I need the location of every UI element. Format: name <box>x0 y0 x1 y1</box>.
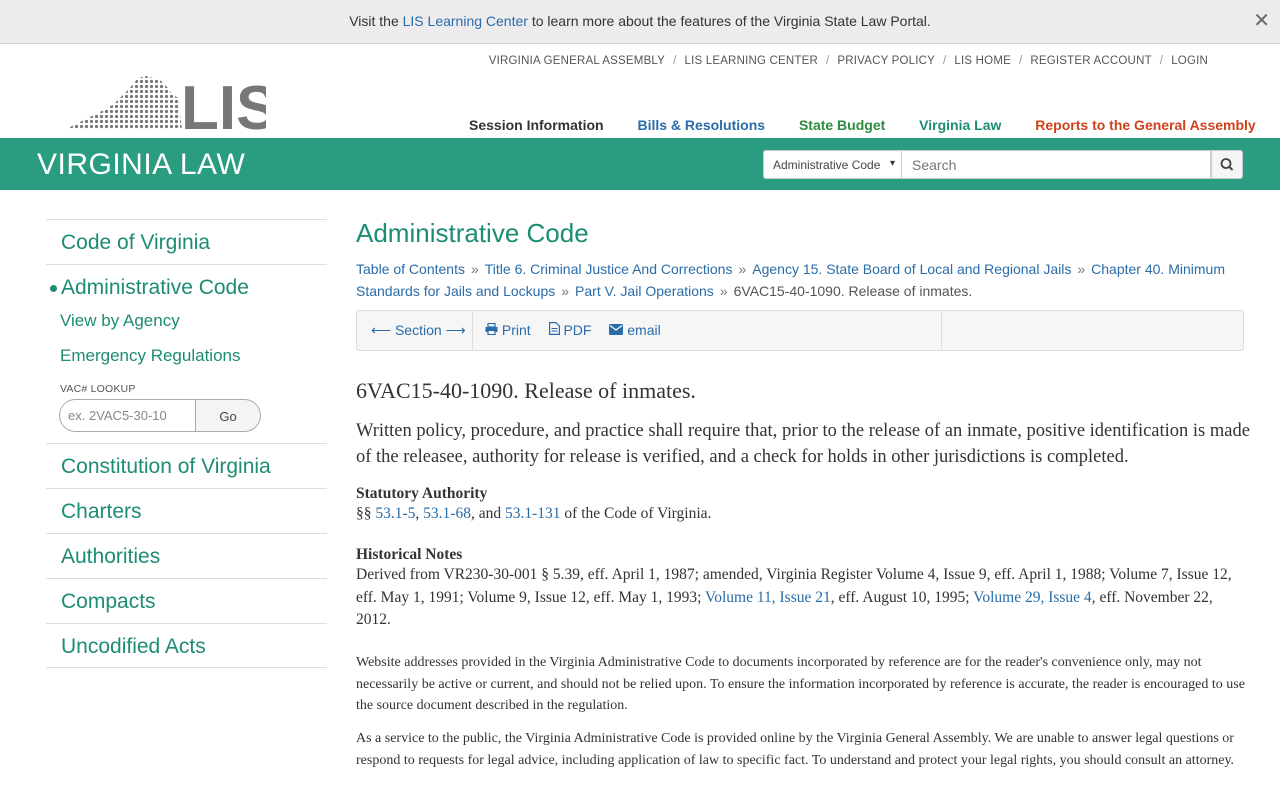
vac-lookup: ex. 2VAC5-30-10 Go <box>59 399 327 443</box>
main-nav: Session Information Bills & Resolutions … <box>469 117 1256 133</box>
util-link-lis-home[interactable]: LIS HOME <box>954 55 1011 67</box>
arrow-left-icon[interactable]: ⟵ <box>371 322 391 338</box>
breadcrumb-separator: » <box>470 261 479 277</box>
regulation-body: Written policy, procedure, and practice … <box>356 421 1250 467</box>
notice-prefix: Visit the <box>349 13 399 29</box>
active-indicator <box>50 285 57 292</box>
breadcrumb-title-6[interactable]: Title 6. Criminal Justice And Correction… <box>485 261 733 277</box>
sidebar-item-authorities[interactable]: Authorities <box>46 533 327 578</box>
statute-comma: , <box>415 505 420 522</box>
statutory-authority-heading: Statutory Authority <box>356 485 488 502</box>
divider: / <box>826 55 830 67</box>
util-link-privacy-policy[interactable]: PRIVACY POLICY <box>837 55 935 67</box>
statutory-authority: Statutory Authority §§ 53.1-5, 53.1-68, … <box>356 485 1256 526</box>
chevron-down-icon: ▾ <box>889 158 895 169</box>
nav-session-information[interactable]: Session Information <box>469 117 604 133</box>
breadcrumb: Table of Contents » Title 6. Criminal Just… <box>356 258 1236 302</box>
print-button[interactable]: Print <box>485 322 531 338</box>
nav-reports[interactable]: Reports to the General Assembly <box>1035 117 1255 133</box>
sidebar-item-charters[interactable]: Charters <box>46 488 327 533</box>
regulation-title: 6VAC15-40-1090. Release of inmates. <box>356 378 696 403</box>
statute-suffix: of the Code of Virginia. <box>564 505 712 522</box>
register-link-volume-29-issue-4[interactable]: Volume 29, Issue 4 <box>973 589 1092 606</box>
divider: / <box>943 55 947 67</box>
sidebar-item-administrative-code[interactable]: Administrative Code <box>46 264 327 309</box>
statute-link-53-1-68[interactable]: 53.1-68 <box>423 505 471 522</box>
pdf-icon <box>548 322 560 335</box>
pdf-label: PDF <box>563 322 592 338</box>
register-link-volume-11-issue-21[interactable]: Volume 11, Issue 21 <box>705 589 831 606</box>
sidebar-item-uncodified-acts[interactable]: Uncodified Acts <box>46 623 327 668</box>
sidebar-subitem-view-by-agency[interactable]: View by Agency <box>46 309 327 344</box>
statute-link-53-1-131[interactable]: 53.1-131 <box>505 505 561 522</box>
envelope-icon <box>609 324 624 335</box>
header-bar: VIRGINIA LAW Administrative Code ▾ <box>0 138 1280 190</box>
arrow-right-icon[interactable]: ⟶ <box>446 322 466 338</box>
print-icon <box>485 322 498 336</box>
util-link-login[interactable]: LOGIN <box>1171 55 1208 67</box>
breadcrumb-separator: » <box>738 261 747 277</box>
toolbar-divider <box>941 311 942 350</box>
print-label: Print <box>501 322 531 338</box>
notice-banner: Visit the LIS Learning Center to learn m… <box>0 0 1280 44</box>
vac-lookup-label: VAC# LOOKUP <box>60 383 136 395</box>
email-button[interactable]: email <box>609 322 661 338</box>
util-link-register-account[interactable]: REGISTER ACCOUNT <box>1030 55 1151 67</box>
historical-notes-heading: Historical Notes <box>356 546 463 563</box>
section-symbol: §§ <box>356 505 372 522</box>
nav-bills-resolutions[interactable]: Bills & Resolutions <box>637 117 765 133</box>
content-title: Administrative Code <box>356 218 589 248</box>
breadcrumb-agency-15[interactable]: Agency 15. State Board of Local and Regi… <box>752 261 1071 277</box>
sidebar-item-compacts[interactable]: Compacts <box>46 578 327 623</box>
search-input[interactable] <box>902 150 1211 179</box>
disclaimer-website-addresses: Website addresses provided in the Virgin… <box>356 655 1245 713</box>
divider: / <box>1159 55 1164 67</box>
section-toolbar: ⟵ Section ⟶ Print PDF email <box>356 310 1244 351</box>
utility-links: VIRGINIA GENERAL ASSEMBLY / LIS LEARNING C… <box>489 55 1208 67</box>
nav-virginia-law[interactable]: Virginia Law <box>919 117 1001 133</box>
statutory-authority-text: §§ 53.1-5, 53.1-68, and 53.1-131 of the … <box>356 503 1256 526</box>
util-link-virginia-general-assembly[interactable]: VIRGINIA GENERAL ASSEMBLY <box>489 55 665 67</box>
divider: / <box>1018 55 1023 67</box>
sidebar-item-label: Administrative Code <box>61 276 249 299</box>
nav-state-budget[interactable]: State Budget <box>799 117 885 133</box>
statute-and: , and <box>470 505 502 522</box>
sidebar-item-constitution[interactable]: Constitution of Virginia <box>46 443 327 488</box>
breadcrumb-table-of-contents[interactable]: Table of Contents <box>356 261 465 277</box>
disclaimer-legal-advice: As a service to the public, the Virginia… <box>356 731 1235 768</box>
notice-text: Visit the LIS Learning Center to learn m… <box>0 13 1280 29</box>
search-scope-select[interactable]: Administrative Code ▾ <box>763 150 902 179</box>
vac-lookup-input[interactable]: ex. 2VAC5-30-10 <box>59 399 196 432</box>
close-icon[interactable]: ✕ <box>1253 8 1270 33</box>
breadcrumb-current: 6VAC15-40-1090. Release of inmates. <box>733 283 973 299</box>
breadcrumb-part-5[interactable]: Part V. Jail Operations <box>575 283 714 299</box>
breadcrumb-separator: » <box>1077 261 1086 277</box>
historical-notes: Historical Notes Derived from VR230-30-0… <box>356 546 1236 632</box>
section-label: Section <box>394 322 442 338</box>
section-navigation: ⟵ Section ⟶ <box>357 311 473 350</box>
divider: / <box>673 55 677 67</box>
statute-link-53-1-5[interactable]: 53.1-5 <box>375 505 415 522</box>
breadcrumb-separator: » <box>561 283 570 299</box>
lis-learning-center-link[interactable]: LIS Learning Center <box>403 13 528 29</box>
pdf-button[interactable]: PDF <box>548 322 592 338</box>
historical-text-2: , eff. August 10, 1995; <box>830 588 970 606</box>
breadcrumb-separator: » <box>719 283 728 299</box>
notice-suffix: to learn more about the features of the … <box>531 13 931 29</box>
sidebar-subitem-emergency-regulations[interactable]: Emergency Regulations <box>46 344 327 379</box>
lis-logo[interactable]: LIS <box>64 74 266 132</box>
sidebar: Code of Virginia Administrative Code Vie… <box>46 219 327 668</box>
historical-notes-text: Derived from VR230-30-001 § 5.39, eff. A… <box>356 564 1236 632</box>
search-icon <box>1220 158 1234 171</box>
toolbar-tools: Print PDF email <box>485 322 675 338</box>
vac-go-button[interactable]: Go <box>195 399 261 432</box>
util-link-lis-learning-center[interactable]: LIS LEARNING CENTER <box>684 55 818 67</box>
search-scope-value: Administrative Code <box>773 158 881 172</box>
email-label: email <box>627 322 661 338</box>
search-button[interactable] <box>1211 150 1243 179</box>
page-section-title: VIRGINIA LAW <box>37 148 246 181</box>
main-content: Administrative Code Table of Contents » Ti… <box>356 218 1256 768</box>
logo-text: LIS <box>181 74 266 132</box>
sidebar-item-code-of-virginia[interactable]: Code of Virginia <box>46 219 327 264</box>
